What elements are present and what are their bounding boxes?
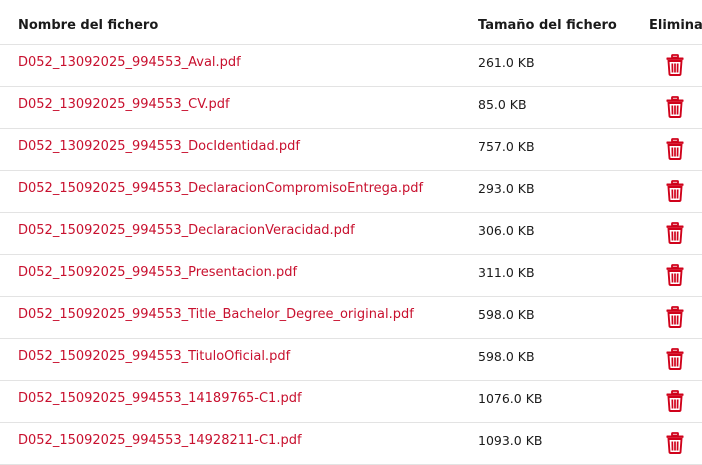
file-size: 757.0 KB — [478, 139, 535, 154]
file-link[interactable]: D052_15092025_994553_DeclaracionCompromi… — [18, 181, 423, 196]
file-link[interactable]: D052_15092025_994553_DeclaracionVeracida… — [18, 223, 355, 238]
file-link[interactable]: D052_15092025_994553_14189765-C1.pdf — [18, 391, 302, 406]
file-size: 293.0 KB — [478, 181, 535, 196]
file-size: 1076.0 KB — [478, 391, 542, 406]
table-row: D052_15092025_994553_DeclaracionVeracida… — [0, 213, 702, 255]
table-row: D052_13092025_994553_Aval.pdf 261.0 KB — [0, 45, 702, 87]
trash-icon[interactable] — [665, 348, 687, 372]
file-size: 311.0 KB — [478, 265, 535, 280]
file-link[interactable]: D052_13092025_994553_Aval.pdf — [18, 55, 241, 70]
file-size: 1093.0 KB — [478, 433, 542, 448]
trash-icon[interactable] — [665, 222, 687, 246]
table-row: D052_13092025_994553_CV.pdf 85.0 KB — [0, 87, 702, 129]
header-delete: Eliminar — [649, 18, 702, 33]
file-link[interactable]: D052_15092025_994553_TituloOficial.pdf — [18, 349, 290, 364]
trash-icon[interactable] — [665, 264, 687, 288]
trash-icon[interactable] — [665, 138, 687, 162]
trash-icon[interactable] — [665, 96, 687, 120]
table-body: D052_13092025_994553_Aval.pdf261.0 KBD05… — [0, 45, 702, 465]
table-row: D052_15092025_994553_Title_Bachelor_Degr… — [0, 297, 702, 339]
table-row: D052_15092025_994553_14928211-C1.pdf 1093… — [0, 423, 702, 465]
table-row: D052_15092025_994553_Presentacion.pdf 311… — [0, 255, 702, 297]
table-header: Nombre del fichero Tamaño del fichero El… — [0, 0, 702, 45]
file-size: 85.0 KB — [478, 97, 527, 112]
header-file-name: Nombre del fichero — [18, 18, 158, 33]
table-row: D052_15092025_994553_DeclaracionCompromi… — [0, 171, 702, 213]
trash-icon[interactable] — [665, 54, 687, 78]
table-row: D052_15092025_994553_TituloOficial.pdf 59… — [0, 339, 702, 381]
trash-icon[interactable] — [665, 390, 687, 414]
trash-icon[interactable] — [665, 432, 687, 456]
file-size: 598.0 KB — [478, 349, 535, 364]
file-size: 598.0 KB — [478, 307, 535, 322]
file-size: 261.0 KB — [478, 55, 535, 70]
table-row: D052_15092025_994553_14189765-C1.pdf 1076… — [0, 381, 702, 423]
file-link[interactable]: D052_15092025_994553_Title_Bachelor_Degr… — [18, 307, 414, 322]
file-link[interactable]: D052_13092025_994553_DocIdentidad.pdf — [18, 139, 300, 154]
file-link[interactable]: D052_15092025_994553_Presentacion.pdf — [18, 265, 297, 280]
trash-icon[interactable] — [665, 306, 687, 330]
file-link[interactable]: D052_15092025_994553_14928211-C1.pdf — [18, 433, 302, 448]
table-row: D052_13092025_994553_DocIdentidad.pdf 757… — [0, 129, 702, 171]
files-table: Nombre del fichero Tamaño del fichero El… — [0, 0, 702, 465]
file-size: 306.0 KB — [478, 223, 535, 238]
file-link[interactable]: D052_13092025_994553_CV.pdf — [18, 97, 230, 112]
trash-icon[interactable] — [665, 180, 687, 204]
header-file-size: Tamaño del fichero — [478, 18, 617, 33]
